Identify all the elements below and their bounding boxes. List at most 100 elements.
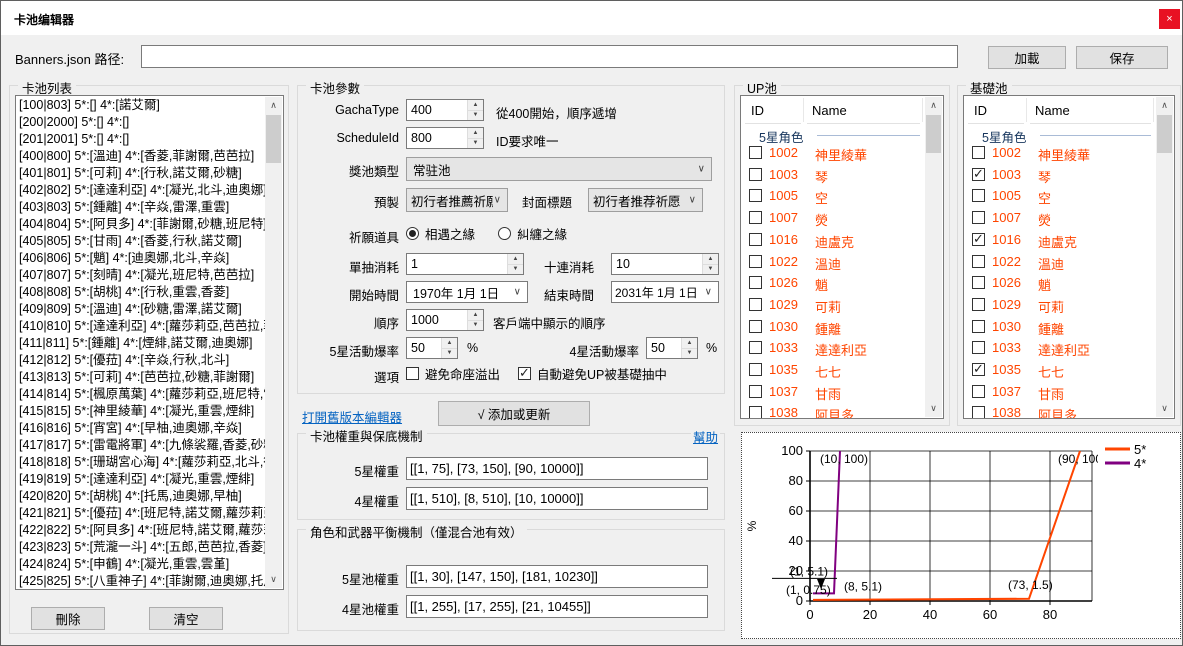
five-star-rate-input[interactable] <box>407 338 444 358</box>
up-pool-row[interactable]: 1038阿貝多 <box>741 402 925 419</box>
option-checkbox[interactable]: 自動避免UP被基礎抽中 <box>518 365 667 381</box>
list-item[interactable]: [403|803] 5*:[鍾離] 4*:[辛焱,雷澤,重雲] <box>16 199 265 216</box>
base-pool-row[interactable]: 1038阿貝多 <box>964 402 1156 419</box>
up-pool-row[interactable]: 1003琴 <box>741 164 925 186</box>
scroll-down-icon[interactable]: ∨ <box>265 571 282 588</box>
checkbox-icon[interactable] <box>749 255 762 268</box>
clear-button[interactable]: 清空 <box>149 607 223 630</box>
base-pool-column-id[interactable]: ID <box>974 103 987 118</box>
up-pool-row[interactable]: 1005空 <box>741 185 925 207</box>
load-button[interactable]: 加載 <box>988 46 1066 69</box>
preset-select[interactable]: 初行者推薦祈願 ∨ <box>406 188 508 212</box>
single-cost-stepper[interactable]: ▲▼ <box>406 253 524 275</box>
list-item[interactable]: [415|815] 5*:[神里綾華] 4*:[凝光,重雲,煙緋] <box>16 403 265 420</box>
checkbox-checked-icon[interactable] <box>972 233 985 246</box>
base-pool-row[interactable]: 1033達達利亞 <box>964 337 1156 359</box>
list-item[interactable]: [410|810] 5*:[達達利亞] 4*:[蘿莎莉亞,芭芭拉,菲謝爾] <box>16 318 265 335</box>
spin-down-icon[interactable]: ▼ <box>507 264 523 275</box>
up-pool-row[interactable]: 1002神里綾華 <box>741 142 925 164</box>
scroll-down-icon[interactable]: ∨ <box>925 400 942 417</box>
base-pool-row[interactable]: 1016迪盧克 <box>964 229 1156 251</box>
checkbox-checked-icon[interactable] <box>518 367 531 380</box>
list-item[interactable]: [423|823] 5*:[荒瀧一斗] 4*:[五郎,芭芭拉,香菱] <box>16 539 265 556</box>
up-pool-column-id[interactable]: ID <box>751 103 764 118</box>
spin-down-icon[interactable]: ▼ <box>467 110 483 121</box>
up-pool-row[interactable]: 1030鍾離 <box>741 316 925 338</box>
scheduleid-input[interactable] <box>407 128 470 148</box>
list-item[interactable]: [411|811] 5*:[鍾離] 4*:[煙緋,諾艾爾,迪奧娜] <box>16 335 265 352</box>
gachatype-input[interactable] <box>407 100 470 120</box>
up-pool-row[interactable]: 1035七七 <box>741 359 925 381</box>
add-update-button[interactable]: √ 添加或更新 <box>438 401 590 426</box>
checkbox-icon[interactable] <box>749 146 762 159</box>
five-star-rate-stepper[interactable]: ▲▼ <box>406 337 458 359</box>
list-item[interactable]: [201|2001] 5*:[] 4*:[] <box>16 131 265 148</box>
base-pool-row[interactable]: 1003琴 <box>964 164 1156 186</box>
scroll-up-icon[interactable]: ∧ <box>925 97 942 114</box>
base-pool-row[interactable]: 1005空 <box>964 185 1156 207</box>
base-pool-row[interactable]: 1030鍾離 <box>964 316 1156 338</box>
spin-down-icon[interactable]: ▼ <box>441 348 457 359</box>
list-item[interactable]: [404|804] 5*:[阿貝多] 4*:[菲謝爾,砂糖,班尼特] <box>16 216 265 233</box>
up-pool-row[interactable]: 1037甘雨 <box>741 381 925 403</box>
checkbox-icon[interactable] <box>749 211 762 224</box>
four-star-pool-weight-input[interactable] <box>406 595 708 618</box>
order-stepper[interactable]: ▲▼ <box>406 309 484 331</box>
spin-up-icon[interactable]: ▲ <box>467 128 483 138</box>
list-item[interactable]: [417|817] 5*:[雷電將軍] 4*:[九條裟羅,香菱,砂糖] <box>16 437 265 454</box>
up-pool-row[interactable]: 1026魈 <box>741 272 925 294</box>
five-star-weight-input[interactable] <box>406 457 708 480</box>
checkbox-icon[interactable] <box>749 168 762 181</box>
up-pool-row[interactable]: 1007熒 <box>741 207 925 229</box>
checkbox-icon[interactable] <box>972 341 985 354</box>
checkbox-icon[interactable] <box>406 367 419 380</box>
checkbox-checked-icon[interactable] <box>972 168 985 181</box>
list-item[interactable]: [420|820] 5*:[胡桃] 4*:[托馬,迪奧娜,早柚] <box>16 488 265 505</box>
list-item[interactable]: [406|806] 5*:[魈] 4*:[迪奧娜,北斗,辛焱] <box>16 250 265 267</box>
base-pool-row[interactable]: 1002神里綾華 <box>964 142 1156 164</box>
help-link[interactable]: 幫助 <box>691 427 720 446</box>
list-item[interactable]: [412|812] 5*:[優菈] 4*:[辛焱,行秋,北斗] <box>16 352 265 369</box>
five-star-pool-weight-input[interactable] <box>406 565 708 588</box>
four-star-weight-input[interactable] <box>406 487 708 510</box>
list-item[interactable]: [409|809] 5*:[溫迪] 4*:[砂糖,雷澤,諾艾爾] <box>16 301 265 318</box>
checkbox-icon[interactable] <box>972 255 985 268</box>
radio-selected-icon[interactable] <box>406 227 419 240</box>
checkbox-icon[interactable] <box>749 276 762 289</box>
start-time-picker[interactable]: 1970年 1月 1日 ∨ <box>406 281 528 303</box>
base-pool-column-name[interactable]: Name <box>1035 103 1070 118</box>
list-item[interactable]: [418|818] 5*:[珊瑚宮心海] 4*:[蘿莎莉亞,北斗,行秋] <box>16 454 265 471</box>
order-input[interactable] <box>407 310 470 330</box>
list-item[interactable]: [400|800] 5*:[溫迪] 4*:[香菱,菲謝爾,芭芭拉] <box>16 148 265 165</box>
up-pool-row[interactable]: 1022溫迪 <box>741 251 925 273</box>
save-button[interactable]: 保存 <box>1076 46 1168 69</box>
spin-up-icon[interactable]: ▲ <box>507 254 523 264</box>
checkbox-icon[interactable] <box>749 385 762 398</box>
ten-cost-stepper[interactable]: ▲▼ <box>611 253 719 275</box>
path-input[interactable] <box>141 45 958 68</box>
base-pool-row[interactable]: 1037甘雨 <box>964 381 1156 403</box>
radio-icon[interactable] <box>498 227 511 240</box>
ten-cost-input[interactable] <box>612 254 705 274</box>
up-pool-scrollbar[interactable]: ∧∨ <box>925 97 942 417</box>
list-item[interactable]: [200|2000] 5*:[] 4*:[] <box>16 114 265 131</box>
checkbox-icon[interactable] <box>972 146 985 159</box>
wish-item-radio[interactable]: 糾纏之緣 <box>498 225 567 241</box>
wish-item-radio[interactable]: 相遇之緣 <box>406 225 475 241</box>
up-pool-column-name[interactable]: Name <box>812 103 847 118</box>
gachatype-stepper[interactable]: ▲▼ <box>406 99 484 121</box>
spin-up-icon[interactable]: ▲ <box>441 338 457 348</box>
list-item[interactable]: [408|808] 5*:[胡桃] 4*:[行秋,重雲,香菱] <box>16 284 265 301</box>
four-star-rate-input[interactable] <box>647 338 684 358</box>
scroll-down-icon[interactable]: ∨ <box>1156 400 1173 417</box>
checkbox-icon[interactable] <box>972 298 985 311</box>
checkbox-icon[interactable] <box>749 189 762 202</box>
list-item[interactable]: [402|802] 5*:[達達利亞] 4*:[凝光,北斗,迪奧娜] <box>16 182 265 199</box>
pool-type-select[interactable]: 常驻池 ∨ <box>406 157 712 181</box>
spin-up-icon[interactable]: ▲ <box>467 310 483 320</box>
base-pool-row[interactable]: 1029可莉 <box>964 294 1156 316</box>
scroll-up-icon[interactable]: ∧ <box>265 97 282 114</box>
list-item[interactable]: [424|824] 5*:[申鶴] 4*:[凝光,重雲,雲堇] <box>16 556 265 573</box>
scrollbar-thumb[interactable] <box>266 115 281 163</box>
checkbox-icon[interactable] <box>972 189 985 202</box>
